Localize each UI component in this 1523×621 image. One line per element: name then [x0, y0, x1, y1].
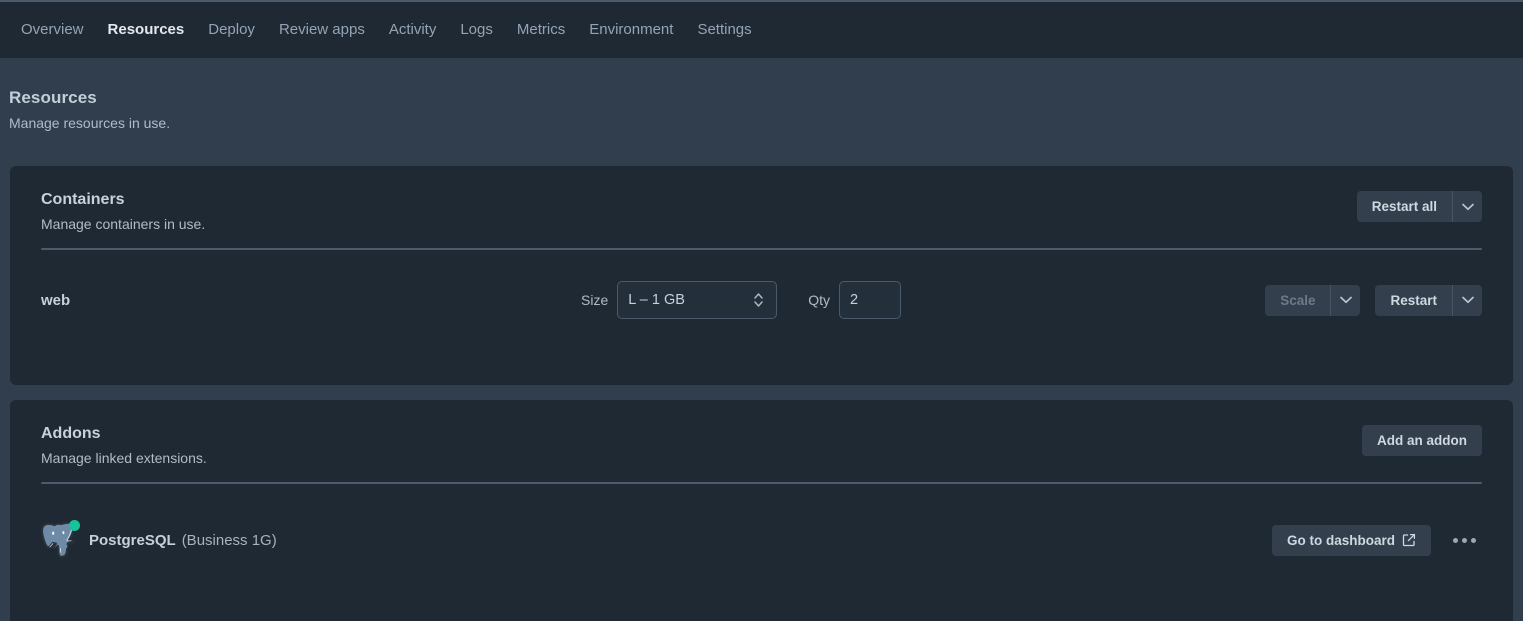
nav-tab-logs[interactable]: Logs — [448, 2, 505, 58]
scale-button[interactable]: Scale — [1265, 285, 1330, 316]
addons-subtitle: Manage linked extensions. — [41, 450, 207, 466]
scale-split-button[interactable]: Scale — [1265, 284, 1361, 316]
addons-card-header: Addons Manage linked extensions. Add an … — [10, 400, 1513, 466]
status-dot-online — [69, 520, 80, 531]
containers-heading-group: Containers Manage containers in use. — [41, 191, 205, 232]
chevron-down-icon — [1461, 296, 1474, 304]
chevron-down-icon — [1461, 203, 1474, 211]
nav-tab-metrics[interactable]: Metrics — [505, 2, 577, 58]
containers-subtitle: Manage containers in use. — [41, 216, 206, 232]
addon-name: PostgreSQL — [89, 531, 176, 549]
containers-card-header: Containers Manage containers in use. Res… — [10, 166, 1513, 232]
external-link-icon — [1402, 533, 1416, 547]
addons-heading-group: Addons Manage linked extensions. — [41, 425, 207, 466]
addon-overflow-menu-button[interactable] — [1447, 534, 1482, 547]
qty-input[interactable] — [839, 281, 902, 319]
postgresql-logo-icon — [40, 520, 80, 558]
nav-tab-activity[interactable]: Activity — [377, 2, 449, 58]
restart-all-split-button[interactable]: Restart all — [1356, 191, 1482, 222]
containers-title: Containers — [41, 191, 125, 208]
page-subtitle: Manage resources in use. — [9, 115, 171, 131]
restart-all-dropdown-button[interactable] — [1452, 191, 1482, 222]
nav-tab-overview[interactable]: Overview — [9, 2, 96, 58]
qty-label: Qty — [808, 292, 831, 308]
ellipsis-icon — [1471, 537, 1476, 543]
page-title: Resources — [9, 88, 97, 107]
addons-card: Addons Manage linked extensions. Add an … — [10, 400, 1513, 621]
container-name: web — [41, 291, 71, 309]
go-to-dashboard-label: Go to dashboard — [1287, 532, 1395, 548]
restart-dropdown-button[interactable] — [1452, 284, 1482, 316]
size-select[interactable]: L – 1 GB — [617, 281, 778, 319]
ellipsis-icon — [1453, 537, 1458, 543]
restart-all-button[interactable]: Restart all — [1357, 191, 1452, 222]
scale-dropdown-button[interactable] — [1330, 284, 1360, 316]
addon-plan: (Business 1G) — [181, 531, 277, 549]
container-row-web: web Size L – 1 GB Qty Scale — [10, 250, 1513, 350]
chevron-down-icon — [1340, 296, 1352, 304]
nav-tab-resources[interactable]: Resources — [96, 2, 197, 58]
ellipsis-icon — [1462, 537, 1467, 543]
nav-tab-settings[interactable]: Settings — [685, 2, 763, 58]
container-actions: Scale Restart — [1265, 284, 1482, 316]
size-select-value: L – 1 GB — [628, 292, 685, 308]
restart-button[interactable]: Restart — [1375, 285, 1452, 316]
add-an-addon-button[interactable]: Add an addon — [1362, 425, 1482, 456]
go-to-dashboard-button[interactable]: Go to dashboard — [1272, 524, 1431, 556]
addons-title: Addons — [41, 425, 101, 442]
size-label: Size — [581, 292, 609, 308]
addon-row-postgresql: PostgreSQL (Business 1G) Go to dashboard — [10, 484, 1513, 596]
restart-split-button[interactable]: Restart — [1375, 284, 1482, 316]
primary-nav: Overview Resources Deploy Review apps Ac… — [0, 0, 1523, 58]
page-header: Resources Manage resources in use. — [0, 58, 1523, 131]
nav-tab-review-apps[interactable]: Review apps — [267, 2, 377, 58]
nav-tab-environment[interactable]: Environment — [577, 2, 685, 58]
chevron-updown-icon — [753, 292, 764, 308]
nav-tab-deploy[interactable]: Deploy — [196, 2, 267, 58]
containers-card: Containers Manage containers in use. Res… — [10, 166, 1513, 385]
